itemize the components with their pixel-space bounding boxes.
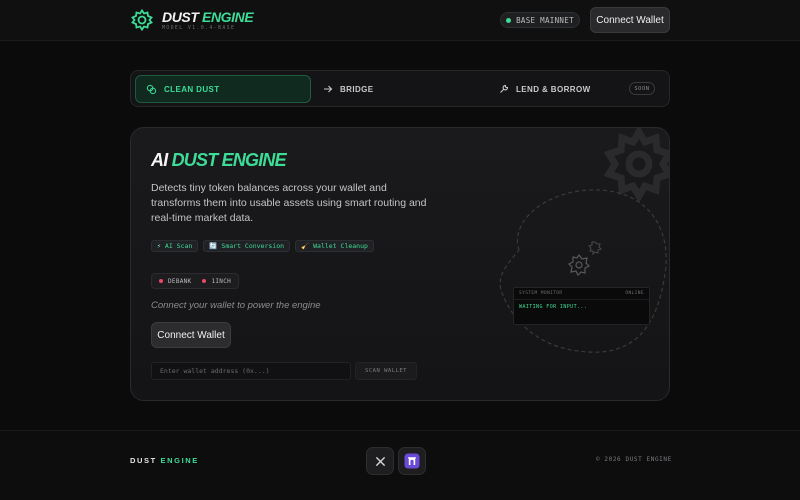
feature-tag: 🧹 Wallet Cleanup bbox=[295, 240, 374, 252]
engine-title: AI DUST ENGINE bbox=[151, 150, 287, 171]
monitor-title: SYSTEM MONITOR bbox=[519, 291, 563, 296]
feature-label: AI Scan bbox=[164, 242, 193, 250]
tab-bridge[interactable]: BRIDGE bbox=[323, 75, 374, 103]
tab-label: BRIDGE bbox=[340, 84, 374, 94]
sources-pill: DEBANK 1INCH bbox=[151, 273, 240, 289]
tab-clean-dust[interactable]: CLEAN DUST bbox=[135, 75, 311, 103]
feature-tag: ⚡ AI Scan bbox=[151, 240, 199, 252]
x-icon bbox=[375, 456, 385, 466]
copyright-text: © 2026 DUST ENGINE bbox=[596, 456, 672, 463]
feature-tags: ⚡ AI Scan 🔄 Smart Conversion 🧹 Wallet Cl… bbox=[151, 240, 374, 252]
source-item: DEBANK bbox=[159, 278, 191, 285]
source-status-dot bbox=[159, 279, 163, 283]
engine-title-dust-engine: DUST ENGINE bbox=[171, 150, 287, 170]
system-monitor: SYSTEM MONITOR ONLINE WAITING FOR INPUT.… bbox=[513, 287, 650, 325]
network-badge[interactable]: BASE MAINNET bbox=[500, 12, 580, 28]
source-label: DEBANK bbox=[168, 277, 192, 285]
scan-wallet-button[interactable]: SCAN WALLET bbox=[355, 362, 417, 380]
wallet-address-input[interactable] bbox=[151, 362, 351, 380]
connect-hint: Connect your wallet to power the engine bbox=[151, 300, 321, 311]
monitor-header: SYSTEM MONITOR ONLINE bbox=[514, 288, 649, 300]
feature-tag: 🔄 Smart Conversion bbox=[203, 240, 291, 252]
gear-logo-icon bbox=[131, 8, 153, 32]
footer-brand-dust: DUST bbox=[130, 456, 157, 465]
data-sources: DEBANK 1INCH bbox=[151, 273, 240, 289]
footer-brand-engine: ENGINE bbox=[160, 456, 199, 465]
logo-title-dust: DUST bbox=[162, 8, 199, 25]
feature-tabs: CLEAN DUST BRIDGE LEND & BORROW SOON bbox=[130, 70, 670, 107]
arrow-right-icon bbox=[324, 85, 333, 93]
soon-badge: SOON bbox=[629, 82, 655, 95]
feature-label: Wallet Cleanup bbox=[313, 242, 368, 250]
x-social-link[interactable] bbox=[366, 447, 394, 475]
tab-label: LEND & BORROW bbox=[516, 84, 591, 94]
source-label: 1INCH bbox=[211, 277, 232, 285]
farcaster-social-link[interactable] bbox=[398, 447, 426, 475]
source-item: 1INCH bbox=[202, 278, 231, 285]
bolt-icon: ⚡ bbox=[157, 242, 161, 250]
engine-title-ai: AI bbox=[151, 150, 168, 170]
network-label: BASE MAINNET bbox=[516, 15, 574, 25]
broom-icon: 🧹 bbox=[301, 242, 310, 250]
coins-icon bbox=[146, 84, 157, 94]
header-connect-wallet-button[interactable]: Connect Wallet bbox=[590, 7, 670, 33]
feature-label: Smart Conversion bbox=[221, 242, 285, 250]
monitor-status: ONLINE bbox=[625, 291, 644, 296]
logo-subtitle: MODEL V1.0.4-BASE bbox=[162, 24, 236, 31]
footer: DUST ENGINE © 2026 DUST ENGINE bbox=[0, 430, 800, 500]
monitor-message: WAITING FOR INPUT... bbox=[519, 304, 588, 310]
source-status-dot bbox=[202, 279, 207, 283]
refresh-icon: 🔄 bbox=[209, 242, 218, 250]
dust-engine-card: AI DUST ENGINE Detects tiny token balanc… bbox=[130, 127, 670, 401]
footer-brand: DUST ENGINE bbox=[130, 456, 199, 465]
connect-wallet-button[interactable]: Connect Wallet bbox=[151, 322, 231, 348]
engine-orbit-graphic bbox=[499, 189, 667, 353]
logo-title-engine: ENGINE bbox=[202, 8, 254, 25]
wrench-icon bbox=[500, 84, 509, 93]
top-header: DUST ENGINE MODEL V1.0.4-BASE BASE MAINN… bbox=[0, 0, 800, 41]
app-logo[interactable]: DUST ENGINE MODEL V1.0.4-BASE bbox=[130, 8, 254, 32]
engine-description: Detects tiny token balances across your … bbox=[151, 182, 427, 224]
farcaster-icon bbox=[404, 453, 420, 469]
network-status-dot bbox=[506, 17, 512, 23]
tab-label: CLEAN DUST bbox=[164, 84, 220, 94]
tab-lend-borrow[interactable]: LEND & BORROW bbox=[499, 75, 591, 103]
